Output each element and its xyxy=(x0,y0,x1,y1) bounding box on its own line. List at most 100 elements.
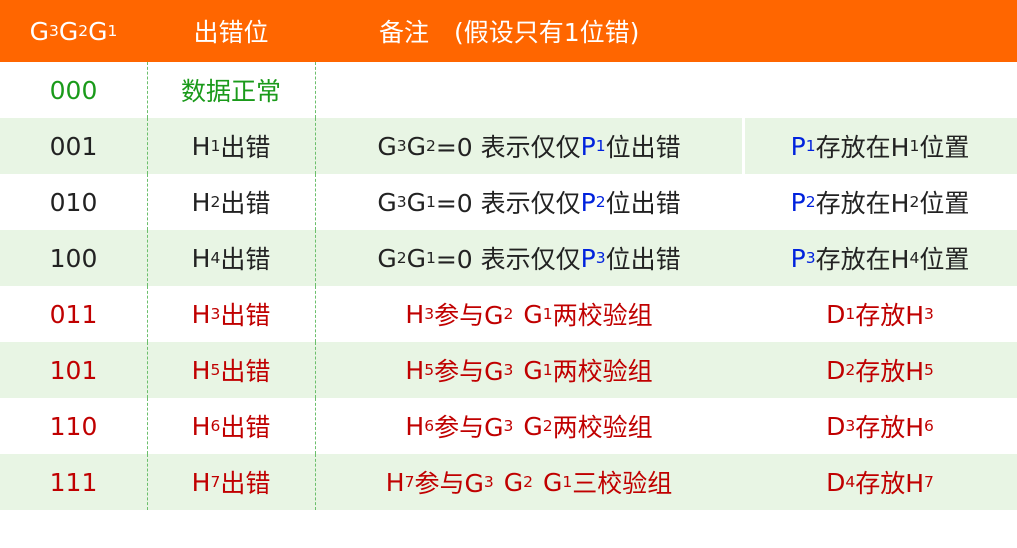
divider xyxy=(147,342,148,398)
txt: D xyxy=(826,467,846,497)
txt: H xyxy=(191,355,211,385)
txt: G xyxy=(406,187,426,217)
divider xyxy=(315,342,316,398)
header-syndrome: G3G2G1 xyxy=(29,16,118,46)
error-position: H 1 出错 xyxy=(147,118,315,174)
txt: 三校验组 xyxy=(572,469,673,498)
error-position: H 4 出错 xyxy=(147,230,315,286)
header-remarks: 备注 (假设只有1位错) xyxy=(379,18,640,47)
remark: G 3 G 1 =0 表示仅仅 P 2 位出错 xyxy=(315,174,743,230)
storage-note: D 4 存放H 7 xyxy=(743,454,1017,510)
txt: H xyxy=(405,355,425,385)
table-row: 000 数据正常 xyxy=(0,62,1017,118)
txt: P xyxy=(580,131,596,161)
txt: 位出错 xyxy=(605,245,681,274)
syndrome-code: 101 xyxy=(49,355,98,385)
txt: =0 表示仅仅 xyxy=(435,189,581,218)
storage-note: D 2 存放H 5 xyxy=(743,342,1017,398)
txt: G xyxy=(377,243,397,273)
divider xyxy=(315,286,316,342)
divider xyxy=(147,62,148,118)
txt: 存放在H xyxy=(815,189,910,218)
txt: P xyxy=(790,187,806,217)
txt: 位出错 xyxy=(605,133,681,162)
txt: G xyxy=(523,411,543,441)
syndrome-code: 000 xyxy=(49,75,98,105)
divider xyxy=(147,174,148,230)
txt: G xyxy=(406,131,426,161)
hamming-error-table: G3G2G1 出错位 备注 (假设只有1位错) 000 数据正常 001 H1出… xyxy=(0,0,1017,510)
txt: H xyxy=(191,467,211,497)
txt: P xyxy=(580,187,596,217)
txt: G xyxy=(523,355,543,385)
error-position: H 5 出错 xyxy=(147,342,315,398)
txt: G xyxy=(523,299,543,329)
h-g: G xyxy=(29,16,49,46)
table-header: G3G2G1 出错位 备注 (假设只有1位错) xyxy=(0,0,1017,62)
txt: H xyxy=(191,411,211,441)
txt: 出错 xyxy=(220,245,271,274)
txt: 位置 xyxy=(919,133,970,162)
txt: 位置 xyxy=(919,189,970,218)
txt: 两校验组 xyxy=(552,301,653,330)
txt: P xyxy=(790,131,806,161)
txt: 参与G xyxy=(434,413,504,442)
txt: D xyxy=(826,411,846,441)
txt: G xyxy=(377,131,397,161)
txt: 存放在H xyxy=(815,133,910,162)
error-position: H 3 出错 xyxy=(147,286,315,342)
txt: G xyxy=(542,467,563,497)
remark: H 3 参与G 2 G 1 两校验组 xyxy=(315,286,743,342)
txt: G xyxy=(377,187,397,217)
txt: H xyxy=(191,243,211,273)
h-g: G xyxy=(58,16,79,46)
divider xyxy=(147,230,148,286)
h-g: G xyxy=(88,16,108,46)
txt: G xyxy=(406,243,426,273)
storage-note: D 3 存放H 6 xyxy=(743,398,1017,454)
txt: 参与G xyxy=(414,469,484,498)
storage-note: P 3 存放在H 4 位置 xyxy=(743,230,1017,286)
txt: 两校验组 xyxy=(552,413,653,442)
syndrome-code: 001 xyxy=(49,131,98,161)
remark: G 2 G 1 =0 表示仅仅 P 3 位出错 xyxy=(315,230,743,286)
syndrome-code: 111 xyxy=(49,467,98,497)
txt: 出错 xyxy=(220,469,271,498)
divider xyxy=(147,398,148,454)
txt: H xyxy=(191,131,211,161)
txt: 出错 xyxy=(220,133,271,162)
table-row: 100 H 4 出错 G 2 G 1 =0 表示仅仅 P 3 位出错 P 3 存放在H 4 位置 xyxy=(0,230,1017,286)
txt: D xyxy=(826,299,846,329)
txt: =0 表示仅仅 xyxy=(435,245,581,274)
syndrome-code: 011 xyxy=(49,299,98,329)
error-position: H 7 出错 xyxy=(147,454,315,510)
divider xyxy=(315,398,316,454)
txt: 位置 xyxy=(919,245,970,274)
txt: 出错 xyxy=(220,301,271,330)
syndrome-code: 010 xyxy=(49,187,98,217)
table-row: 011 H 3 出错 H 3 参与G 2 G 1 两校验组 D 1 存放H 3 xyxy=(0,286,1017,342)
txt: 出错 xyxy=(220,189,271,218)
table-row: 001 H 1 出错 G 3 G 2 =0 表示仅仅 P 1 位出错 P 1 存放在H 1 位置 xyxy=(0,118,1017,174)
txt: 位出错 xyxy=(605,189,681,218)
error-position: 数据正常 xyxy=(180,77,281,106)
syndrome-code: 110 xyxy=(49,411,98,441)
header-error-position: 出错位 xyxy=(193,18,269,47)
table-row: 111 H 7 出错 H 7 参与G 3 G 2 G 1 三校验组 D 4 存放H 7 xyxy=(0,454,1017,510)
remark: H 7 参与G 3 G 2 G 1 三校验组 xyxy=(315,454,743,510)
table-row: 101 H 5 出错 H 5 参与G 3 G 1 两校验组 D 2 存放H 5 xyxy=(0,342,1017,398)
txt: D xyxy=(826,355,846,385)
divider xyxy=(147,454,148,510)
txt: H xyxy=(191,187,211,217)
txt: P xyxy=(790,243,806,273)
table-row: 110 H 6 出错 H 6 参与G 3 G 2 两校验组 D 3 存放H 6 xyxy=(0,398,1017,454)
txt: H xyxy=(405,299,425,329)
txt: H xyxy=(385,467,405,497)
error-position: H 6 出错 xyxy=(147,398,315,454)
txt: H xyxy=(405,411,425,441)
storage-note: D 1 存放H 3 xyxy=(743,286,1017,342)
storage-note: P 2 存放在H 2 位置 xyxy=(743,174,1017,230)
txt: 存放H xyxy=(855,469,925,498)
storage-note: P 1 存放在H 1 位置 xyxy=(743,118,1017,174)
txt: =0 表示仅仅 xyxy=(435,133,581,162)
